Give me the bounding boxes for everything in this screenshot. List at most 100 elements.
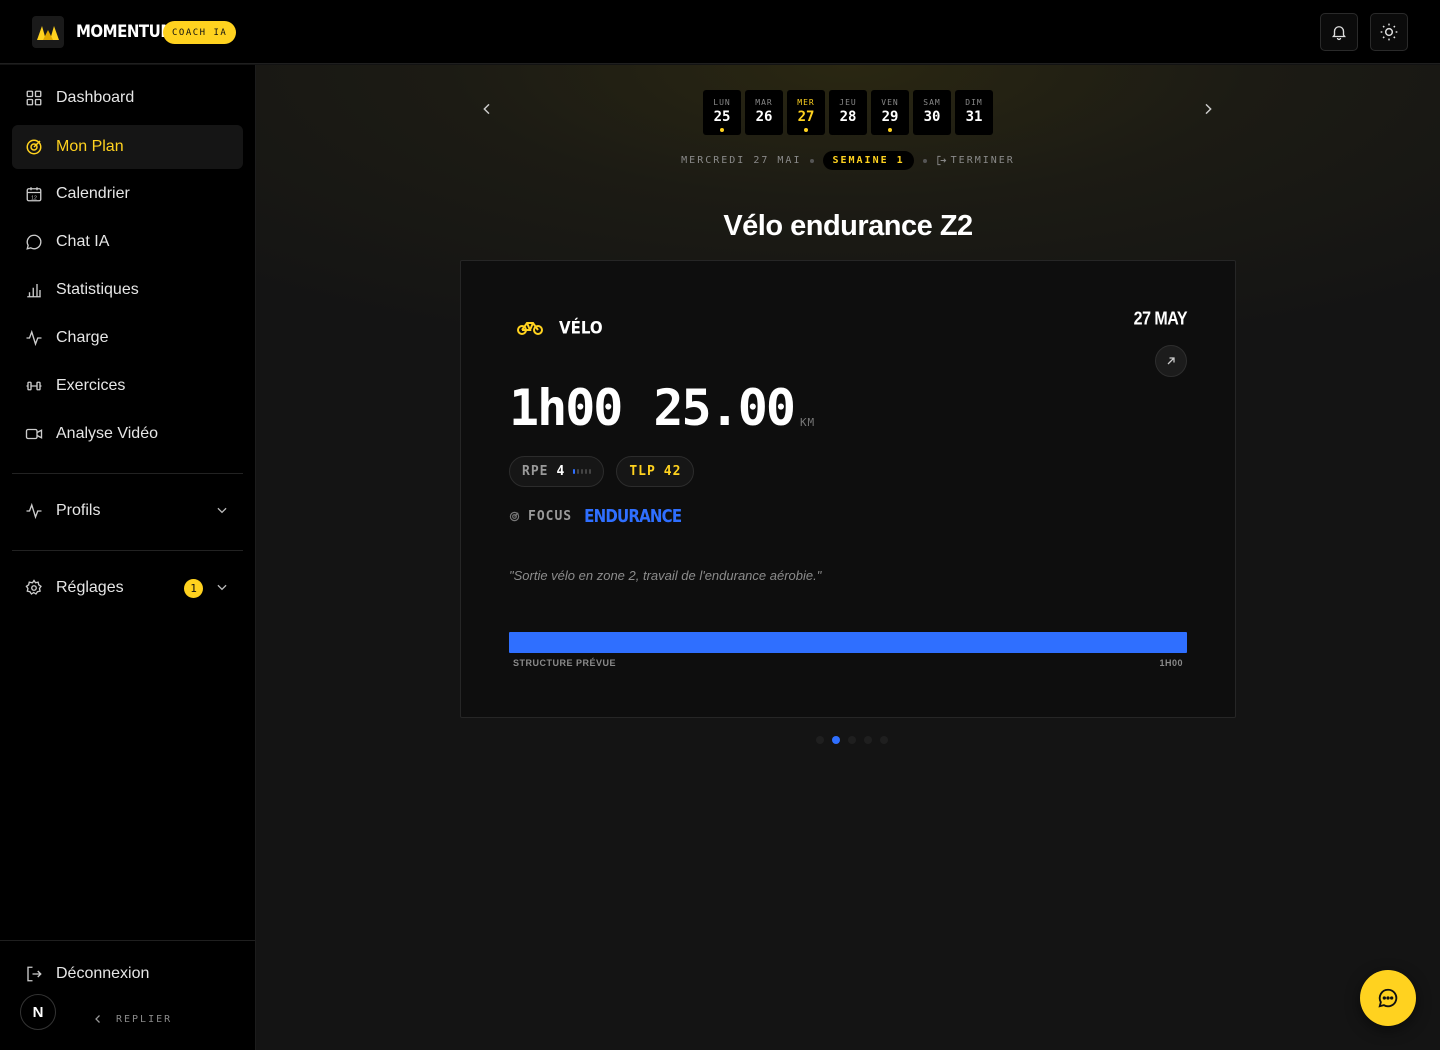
sidebar-footer-divider (0, 940, 255, 941)
sidebar-item-label: Statistiques (56, 281, 139, 298)
top-bar: MOMENTUM COACH IA (0, 0, 1440, 64)
chevron-down-icon[interactable] (215, 580, 229, 599)
next-week-button[interactable] (1196, 95, 1220, 123)
sidebar-item-label: Chat IA (56, 233, 110, 250)
chat-bubble-icon (24, 232, 44, 252)
day-dim[interactable]: DIM 31 (955, 90, 993, 135)
target-icon (509, 511, 520, 521)
sidebar-item-label: Dashboard (56, 89, 135, 106)
sidebar-item-profils[interactable]: Profils (12, 489, 243, 533)
sidebar-item-label: Charge (56, 329, 109, 346)
sidebar-item-mon-plan[interactable]: Mon Plan (12, 125, 243, 169)
sidebar-item-label: Mon Plan (56, 138, 124, 155)
sidebar-item-label: Exercices (56, 377, 126, 394)
target-icon (24, 137, 44, 157)
activity-icon (24, 501, 44, 521)
day-jeu[interactable]: JEU 28 (829, 90, 867, 135)
bicycle-icon (517, 322, 543, 335)
session-description: "Sortie vélo en zone 2, travail de l'end… (509, 568, 822, 583)
coach-ia-badge: COACH IA (163, 21, 237, 44)
brand-name: MOMENTUM (76, 20, 175, 42)
chat-bubble-icon (1378, 988, 1398, 1008)
day-sam[interactable]: SAM 30 (913, 90, 951, 135)
theme-toggle-button[interactable] (1370, 13, 1408, 51)
sidebar: Dashboard Mon Plan 12 Calendrier Chat IA… (0, 65, 256, 1050)
session-metrics: 1h00 25.00 KM (509, 379, 815, 437)
session-card[interactable]: VÉLO 27 MAY 1h00 25.00 KM RPE 4 TLP 42 F… (460, 260, 1236, 718)
open-session-button[interactable] (1155, 345, 1187, 377)
day-ven[interactable]: VEN 29 (871, 90, 909, 135)
pager-dot[interactable] (864, 736, 872, 744)
day-mer[interactable]: MER 27 (787, 90, 825, 135)
chevron-right-icon (1205, 103, 1212, 115)
arrow-up-right-icon (1167, 357, 1175, 365)
sidebar-item-charge[interactable]: Charge (12, 316, 243, 360)
sidebar-divider (12, 550, 243, 551)
logout-button[interactable]: Déconnexion (12, 952, 243, 996)
date-info-line: MERCREDI 27 MAI SEMAINE 1 TERMINER (256, 151, 1440, 170)
svg-text:12: 12 (31, 195, 37, 201)
pager-dot[interactable] (848, 736, 856, 744)
rpe-level-bars (573, 469, 592, 474)
tlp-pill: TLP 42 (616, 456, 695, 487)
collapse-sidebar-button[interactable]: REPLIER (92, 1013, 172, 1025)
sun-icon (1380, 23, 1398, 41)
session-pills: RPE 4 TLP 42 (509, 456, 695, 487)
logout-label: Déconnexion (56, 965, 150, 982)
sidebar-item-reglages[interactable]: Réglages 1 (12, 566, 243, 610)
structure-label: STRUCTURE PRÉVUE (513, 658, 617, 668)
collapse-label: REPLIER (116, 1013, 173, 1025)
sport-label: VÉLO (517, 318, 603, 338)
logout-icon (937, 155, 946, 166)
chevron-left-icon (95, 1015, 100, 1023)
chevron-down-icon[interactable] (215, 503, 229, 522)
chevron-left-icon (483, 103, 490, 115)
activity-icon (24, 328, 44, 348)
grid-icon (24, 88, 44, 108)
session-dot (888, 128, 892, 132)
video-icon (24, 424, 44, 444)
gear-icon (24, 578, 44, 598)
session-date: 27 MAY (1133, 309, 1188, 330)
day-mar[interactable]: MAR 26 (745, 90, 783, 135)
sidebar-item-dashboard[interactable]: Dashboard (12, 76, 243, 120)
bell-icon (1332, 26, 1346, 41)
rpe-pill: RPE 4 (509, 456, 605, 487)
session-title: Vélo endurance Z2 (723, 210, 973, 242)
pager-dot[interactable] (880, 736, 888, 744)
session-dot (804, 128, 808, 132)
sidebar-item-exercices[interactable]: Exercices (12, 364, 243, 408)
calendar-icon: 12 (24, 184, 44, 204)
sidebar-divider (12, 473, 243, 474)
sidebar-item-analyse-video[interactable]: Analyse Vidéo (12, 412, 243, 456)
session-dot (720, 128, 724, 132)
day-lun[interactable]: LUN 25 (703, 90, 741, 135)
sidebar-item-calendrier[interactable]: 12 Calendrier (12, 172, 243, 216)
dumbbell-icon (24, 376, 44, 396)
current-date: MERCREDI 27 MAI (681, 155, 802, 166)
sidebar-item-label: Profils (56, 502, 101, 519)
sidebar-item-label: Calendrier (56, 185, 130, 202)
sidebar-item-label: Réglages (56, 579, 124, 596)
momentum-logo[interactable] (32, 16, 64, 48)
main-content: LUN 25 MAR 26 MER 27 JEU 28 VEN 29 SAM 30 DIM 3… (256, 65, 1440, 1050)
avatar[interactable]: N (20, 994, 56, 1030)
previous-week-button[interactable] (475, 95, 499, 123)
structure-bar[interactable] (509, 632, 1187, 653)
card-pager (816, 736, 888, 744)
sidebar-item-statistiques[interactable]: Statistiques (12, 268, 243, 312)
focus-row: FOCUS ENDURANCE (509, 505, 682, 527)
pager-dot[interactable] (816, 736, 824, 744)
week-badge: SEMAINE 1 (823, 151, 914, 170)
sidebar-item-chat-ia[interactable]: Chat IA (12, 220, 243, 264)
distance-value: 25.00 (653, 379, 796, 437)
duration-value: 1h00 (509, 379, 623, 437)
logout-icon (24, 964, 44, 984)
notifications-button[interactable] (1320, 13, 1358, 51)
pager-dot-active[interactable] (832, 736, 840, 744)
bar-chart-icon (24, 280, 44, 300)
sidebar-item-label: Analyse Vidéo (56, 425, 158, 442)
finish-button[interactable]: TERMINER (936, 155, 1015, 166)
chat-fab-button[interactable] (1360, 970, 1416, 1026)
settings-count-badge: 1 (184, 579, 203, 598)
